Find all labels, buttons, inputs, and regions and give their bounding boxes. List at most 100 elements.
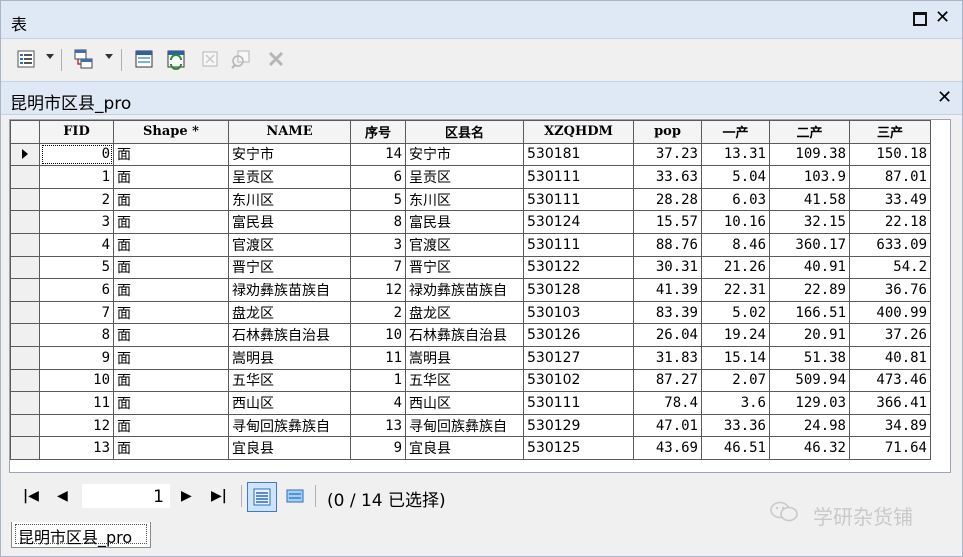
table-cell[interactable]: 面: [113, 391, 229, 415]
table-cell[interactable]: 20.91: [769, 323, 850, 347]
table-cell[interactable]: 530111: [523, 165, 634, 189]
table-cell[interactable]: 面: [113, 413, 229, 438]
show-all-records-button[interactable]: [247, 482, 277, 512]
column-header[interactable]: 三产: [849, 120, 931, 144]
zoom-to-selected-icon[interactable]: [230, 48, 252, 70]
table-cell[interactable]: 473.46: [849, 368, 931, 393]
table-row[interactable]: 8 面石林彝族自治县 10 石林彝族自治县 530126 26.04 19.24 20.91 3…: [10, 323, 931, 347]
row-selector[interactable]: [10, 345, 40, 370]
related-tables-dropdown-icon[interactable]: [105, 54, 113, 59]
table-cell[interactable]: 71.64: [849, 436, 931, 460]
table-cell[interactable]: 3: [39, 210, 114, 234]
table-cell[interactable]: 22.31: [701, 278, 770, 302]
related-tables-icon[interactable]: [73, 48, 95, 70]
table-cell[interactable]: 9: [39, 345, 114, 370]
table-cell[interactable]: 2: [39, 187, 114, 212]
table-cell[interactable]: 7: [39, 300, 114, 325]
delete-selected-icon[interactable]: [265, 48, 287, 70]
table-row[interactable]: 2 面东川区 5 东川区 530111 28.28 6.03 41.58 33.49: [10, 187, 931, 212]
table-row[interactable]: 7 面盘龙区 2 盘龙区 530103 83.39 5.02 166.51 400.99: [10, 300, 931, 325]
table-cell[interactable]: 6: [39, 278, 114, 302]
table-cell[interactable]: 24.98: [769, 413, 850, 438]
table-cell[interactable]: 26.04: [633, 323, 702, 347]
table-row[interactable]: 5 面晋宁区 7 晋宁区 530122 30.31 21.26 40.91 54.2: [10, 255, 931, 280]
table-cell[interactable]: 面: [113, 142, 229, 167]
table-cell[interactable]: 530181: [523, 142, 634, 167]
table-cell[interactable]: 47.01: [633, 413, 702, 438]
row-selector[interactable]: [10, 436, 40, 460]
row-selector[interactable]: [10, 142, 40, 167]
close-table-button[interactable]: ✕: [937, 87, 952, 108]
table-cell[interactable]: 11: [350, 345, 406, 370]
table-cell[interactable]: 530128: [523, 278, 634, 302]
table-cell[interactable]: 150.18: [849, 142, 931, 167]
table-cell[interactable]: 109.38: [769, 142, 850, 167]
column-header[interactable]: 二产: [769, 120, 850, 144]
table-cell[interactable]: 面: [113, 345, 229, 370]
table-cell[interactable]: 西山区: [228, 391, 351, 415]
show-selected-records-button[interactable]: [280, 482, 310, 512]
table-cell[interactable]: 33.63: [633, 165, 702, 189]
table-cell[interactable]: 面: [113, 323, 229, 347]
table-cell[interactable]: 4: [39, 232, 114, 257]
current-record-input[interactable]: 1: [81, 483, 171, 509]
table-cell[interactable]: 面: [113, 368, 229, 393]
table-cell[interactable]: 88.76: [633, 232, 702, 257]
table-cell[interactable]: 11: [39, 391, 114, 415]
table-cell[interactable]: 360.17: [769, 232, 850, 257]
table-cell[interactable]: 盘龙区: [228, 300, 351, 325]
column-header[interactable]: 序号: [350, 120, 406, 144]
table-cell[interactable]: 禄劝彝族苗族自: [228, 278, 351, 302]
table-cell[interactable]: 10: [350, 323, 406, 347]
table-cell[interactable]: 石林彝族自治县: [405, 323, 524, 347]
table-cell[interactable]: 五华区: [405, 368, 524, 393]
attribute-table-grid[interactable]: FID Shape * NAME 序号 区县名 XZQHDM pop 一产 二产…: [9, 119, 951, 473]
table-cell[interactable]: 石林彝族自治县: [228, 323, 351, 347]
column-header[interactable]: FID: [39, 120, 114, 144]
table-cell[interactable]: 寻甸回族彝族自: [405, 413, 524, 438]
table-cell[interactable]: 富民县: [228, 210, 351, 234]
select-by-attributes-icon[interactable]: [133, 48, 155, 70]
table-cell[interactable]: 面: [113, 255, 229, 280]
table-cell[interactable]: 40.91: [769, 255, 850, 280]
table-cell[interactable]: 530103: [523, 300, 634, 325]
first-record-button[interactable]: |◀: [23, 486, 39, 506]
table-cell[interactable]: 530125: [523, 436, 634, 460]
table-cell[interactable]: 5: [39, 255, 114, 280]
table-cell[interactable]: 43.69: [633, 436, 702, 460]
table-cell[interactable]: 12: [39, 413, 114, 438]
table-row[interactable]: 9 面嵩明县 11 嵩明县 530127 31.83 15.14 51.38 40.81: [10, 345, 931, 370]
table-cell[interactable]: 530127: [523, 345, 634, 370]
table-cell[interactable]: 13: [350, 413, 406, 438]
table-cell[interactable]: 166.51: [769, 300, 850, 325]
table-cell[interactable]: 530124: [523, 210, 634, 234]
table-cell[interactable]: 40.81: [849, 345, 931, 370]
table-cell[interactable]: 东川区: [405, 187, 524, 212]
table-cell[interactable]: 6.03: [701, 187, 770, 212]
table-cell[interactable]: 宜良县: [405, 436, 524, 460]
table-cell[interactable]: 21.26: [701, 255, 770, 280]
table-cell[interactable]: 宜良县: [228, 436, 351, 460]
column-header[interactable]: NAME: [228, 120, 351, 144]
table-cell[interactable]: 36.76: [849, 278, 931, 302]
table-cell[interactable]: 400.99: [849, 300, 931, 325]
table-cell[interactable]: 3: [350, 232, 406, 257]
table-cell[interactable]: 530122: [523, 255, 634, 280]
table-row[interactable]: 4 面官渡区 3 官渡区 530111 88.76 8.46 360.17 633.09: [10, 232, 931, 257]
table-cell[interactable]: 五华区: [228, 368, 351, 393]
table-cell[interactable]: 41.39: [633, 278, 702, 302]
column-header[interactable]: 区县名: [405, 120, 524, 144]
row-selector[interactable]: [10, 210, 40, 234]
table-cell[interactable]: 西山区: [405, 391, 524, 415]
row-selector[interactable]: [10, 413, 40, 438]
table-cell[interactable]: 129.03: [769, 391, 850, 415]
table-cell[interactable]: 嵩明县: [405, 345, 524, 370]
table-cell[interactable]: 37.26: [849, 323, 931, 347]
next-record-button[interactable]: ▶: [181, 486, 192, 506]
table-cell[interactable]: 46.32: [769, 436, 850, 460]
row-selector[interactable]: [10, 255, 40, 280]
table-cell[interactable]: 30.31: [633, 255, 702, 280]
table-cell[interactable]: 8.46: [701, 232, 770, 257]
table-cell[interactable]: 4: [350, 391, 406, 415]
table-row[interactable]: 1 面呈贡区 6 呈贡区 530111 33.63 5.04 103.9 87.01: [10, 165, 931, 189]
